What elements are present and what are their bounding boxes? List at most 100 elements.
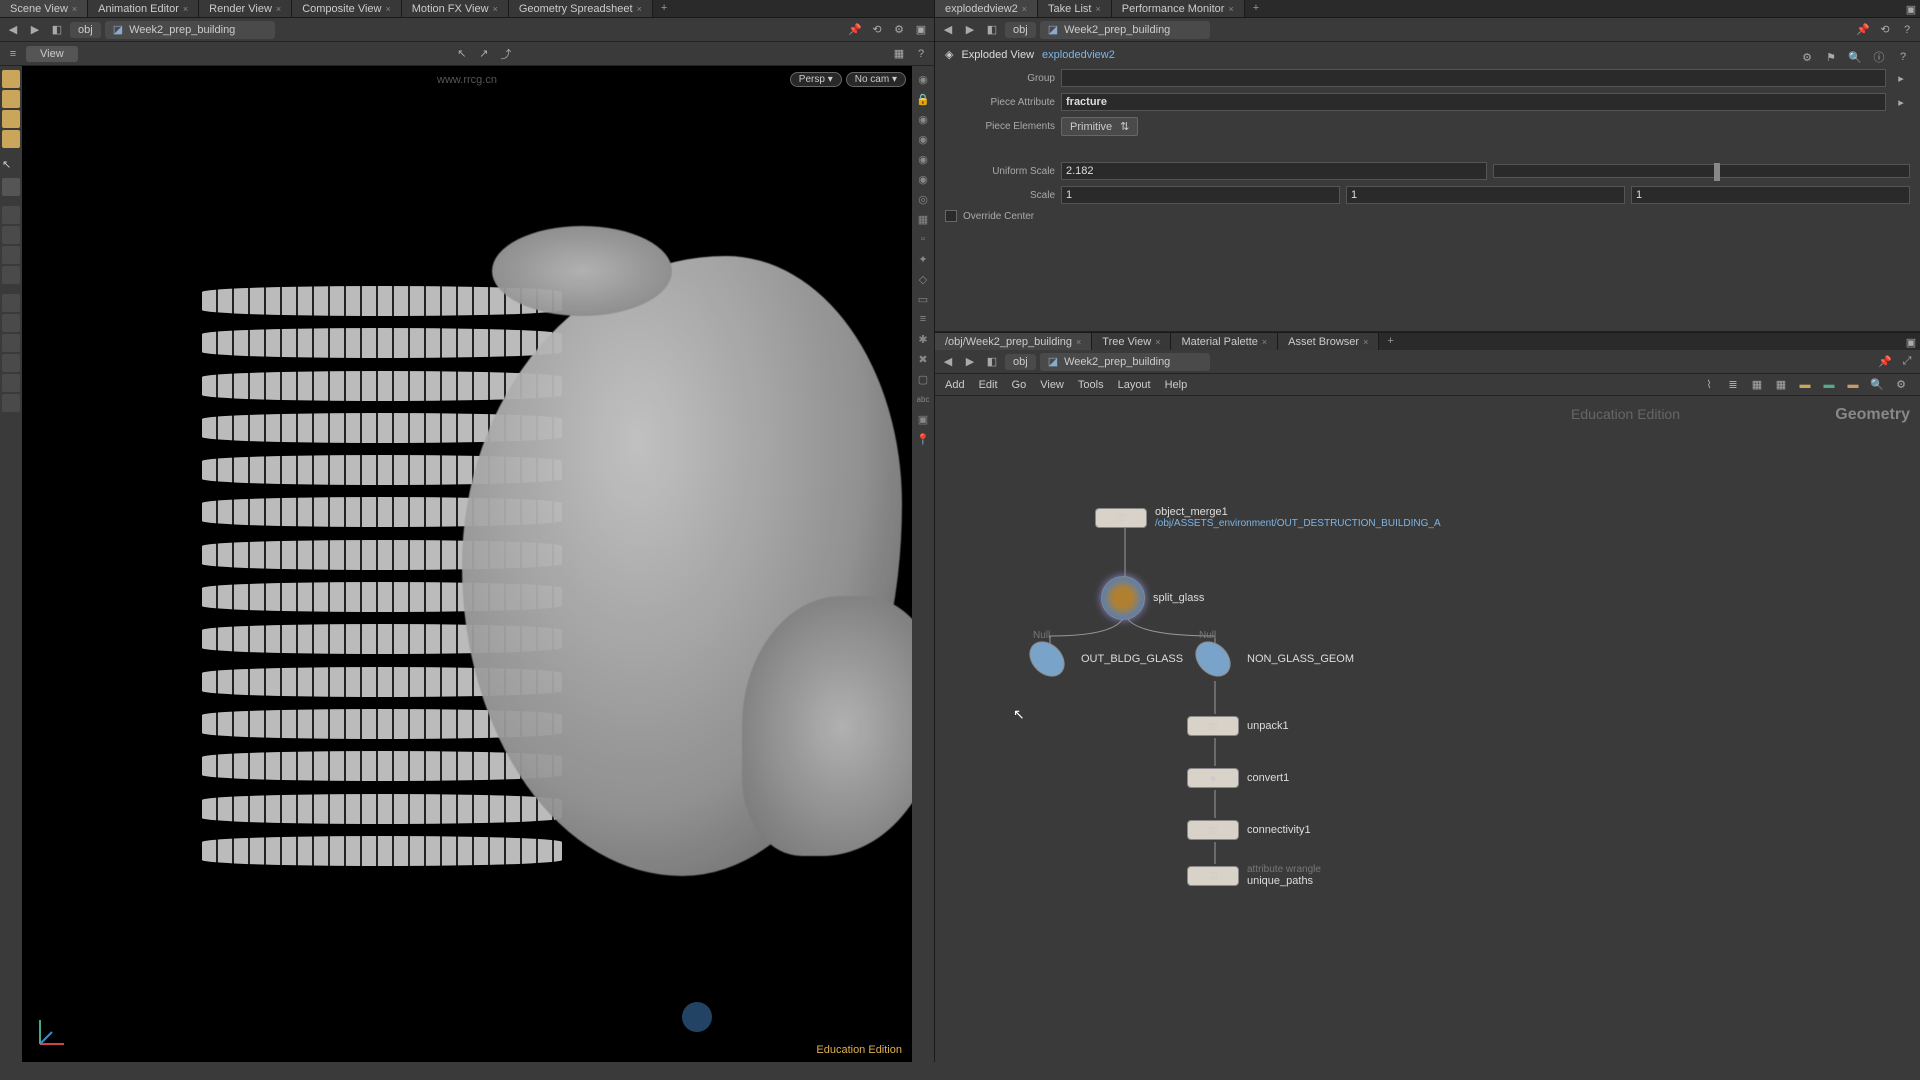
tab-material-palette[interactable]: Material Palette×	[1171, 333, 1278, 350]
lock-icon[interactable]	[2, 178, 20, 196]
menu-help[interactable]: Help	[1165, 379, 1188, 391]
tool[interactable]	[2, 394, 20, 412]
tab-anim-editor[interactable]: Animation Editor×	[88, 0, 199, 17]
palette-icon[interactable]: ▬	[1796, 376, 1814, 394]
display-icon[interactable]: ◉	[914, 70, 932, 88]
link-icon[interactable]: ⟲	[868, 21, 886, 39]
tab-explodedview[interactable]: explodedview2×	[935, 0, 1038, 17]
maximize-icon[interactable]: ▣	[912, 21, 930, 39]
tool[interactable]	[2, 354, 20, 372]
add-tab-button[interactable]: +	[1245, 0, 1267, 17]
node-unique-paths[interactable]: ◫ attribute wrangle unique_paths	[1187, 864, 1321, 887]
tab-perf-monitor[interactable]: Performance Monitor×	[1112, 0, 1245, 17]
display-icon[interactable]: ✱	[914, 330, 932, 348]
view-mode-button[interactable]: View	[26, 46, 78, 62]
context-crumb[interactable]: obj	[1005, 22, 1036, 38]
viewport-3d[interactable]: www.rrcg.cn Persp ▾ No cam ▾ Education E…	[22, 66, 912, 1062]
override-center-checkbox[interactable]	[945, 210, 957, 222]
tool[interactable]	[2, 110, 20, 128]
select-tool[interactable]	[2, 70, 20, 88]
list-icon[interactable]: ≣	[1724, 376, 1742, 394]
wire-icon[interactable]: ⌇	[1700, 376, 1718, 394]
scale-x-input[interactable]	[1061, 186, 1340, 204]
grid-icon[interactable]: ▦	[1748, 376, 1766, 394]
menu-go[interactable]: Go	[1012, 379, 1027, 391]
add-tab-button[interactable]: +	[1379, 333, 1401, 350]
display-icon[interactable]: ▭	[914, 290, 932, 308]
node-crumb[interactable]: ◪	[1040, 21, 1210, 39]
tool[interactable]	[2, 266, 20, 284]
display-icon[interactable]: ▢	[914, 370, 932, 388]
menu-add[interactable]: Add	[945, 379, 965, 391]
display-icon[interactable]: ◎	[914, 190, 932, 208]
forward-icon[interactable]: ▶	[961, 21, 979, 39]
uniform-scale-slider[interactable]	[1493, 164, 1911, 178]
tab-geo-spreadsheet[interactable]: Geometry Spreadsheet×	[509, 0, 653, 17]
help-icon[interactable]: ?	[1894, 48, 1912, 66]
info-icon[interactable]: ⓘ	[1870, 48, 1888, 66]
node-crumb[interactable]: ◪	[1040, 353, 1210, 371]
search-icon[interactable]: 🔍	[1868, 376, 1886, 394]
help-icon[interactable]: ?	[1898, 21, 1916, 39]
tab-network-path[interactable]: /obj/Week2_prep_building×	[935, 333, 1092, 350]
node-convert[interactable]: ◆ convert1	[1187, 768, 1289, 788]
home-icon[interactable]: ◧	[48, 21, 66, 39]
display-icon[interactable]: ◉	[914, 130, 932, 148]
grid-icon[interactable]: ▦	[1772, 376, 1790, 394]
select-tool-icon[interactable]: ↖	[453, 45, 471, 63]
back-icon[interactable]: ◀	[4, 21, 22, 39]
scale-y-input[interactable]	[1346, 186, 1625, 204]
gear-icon[interactable]: ⚙	[890, 21, 908, 39]
search-icon[interactable]: 🔍	[1846, 48, 1864, 66]
menu-edit[interactable]: Edit	[979, 379, 998, 391]
uniform-scale-input[interactable]	[1061, 162, 1487, 180]
arrow-icon[interactable]: ▸	[1892, 69, 1910, 87]
rotate-tool-icon[interactable]: ⤴	[497, 45, 515, 63]
piece-elem-dropdown[interactable]: Primitive⇅	[1061, 117, 1138, 136]
pin-icon[interactable]: 📌	[1854, 21, 1872, 39]
tab-scene-view[interactable]: Scene View×	[0, 0, 88, 17]
path-input[interactable]	[1062, 355, 1202, 369]
piece-attr-input[interactable]	[1061, 93, 1886, 111]
snapshot-icon[interactable]: ▦	[890, 45, 908, 63]
tool[interactable]	[2, 130, 20, 148]
forward-icon[interactable]: ▶	[26, 21, 44, 39]
group-input[interactable]	[1061, 69, 1886, 87]
tab-motion-fx[interactable]: Motion FX View×	[402, 0, 509, 17]
tool[interactable]	[2, 314, 20, 332]
menu-layout[interactable]: Layout	[1118, 379, 1151, 391]
close-icon[interactable]: ×	[72, 4, 77, 14]
tool[interactable]	[2, 226, 20, 244]
reload-icon[interactable]: ⟲	[1876, 21, 1894, 39]
context-crumb[interactable]: obj	[1005, 354, 1036, 370]
flag-icon[interactable]: ⚑	[1822, 48, 1840, 66]
display-icon[interactable]: ◉	[914, 110, 932, 128]
tool[interactable]	[2, 374, 20, 392]
node-connectivity[interactable]: ◫ connectivity1	[1187, 820, 1311, 840]
gear-icon[interactable]: ⚙	[1892, 376, 1910, 394]
abc-icon[interactable]: abc	[914, 390, 932, 408]
pin-icon[interactable]: 📌	[846, 21, 864, 39]
display-icon[interactable]: ▫	[914, 230, 932, 248]
palette-icon[interactable]: ▬	[1820, 376, 1838, 394]
maximize-icon[interactable]: ▣	[1902, 333, 1920, 351]
display-icon[interactable]: ◉	[914, 170, 932, 188]
node-split-glass[interactable]: split_glass	[1101, 576, 1204, 620]
display-icon[interactable]: ◉	[914, 150, 932, 168]
display-icon[interactable]: ▣	[914, 410, 932, 428]
expand-icon[interactable]: ⤢	[1898, 353, 1916, 371]
node-unpack[interactable]: ◫ unpack1	[1187, 716, 1289, 736]
tool[interactable]	[2, 246, 20, 264]
context-crumb[interactable]: obj	[70, 22, 101, 38]
node-out-bldg-glass[interactable]: Null OUT_BLDG_GLASS	[1027, 644, 1183, 674]
marker-icon[interactable]: 📍	[914, 430, 932, 448]
tab-render-view[interactable]: Render View×	[199, 0, 292, 17]
display-icon[interactable]: ◇	[914, 270, 932, 288]
pin-icon[interactable]: 📌	[1876, 353, 1894, 371]
display-icon[interactable]: ✦	[914, 250, 932, 268]
lock-icon[interactable]: 🔒	[914, 90, 932, 108]
display-icon[interactable]: ✖	[914, 350, 932, 368]
path-input[interactable]	[1062, 23, 1202, 37]
camera-dropdown[interactable]: No cam ▾	[846, 72, 906, 87]
node-crumb[interactable]: ◪	[105, 21, 275, 39]
